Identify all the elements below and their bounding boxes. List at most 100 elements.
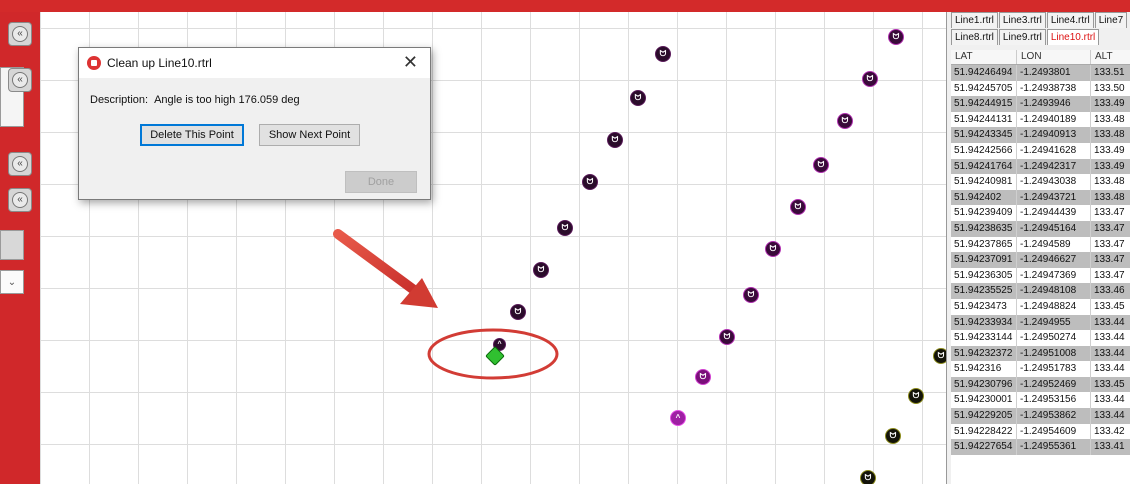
table-row[interactable]: 51.94233144 -1.24950274 133.44 [951, 330, 1130, 346]
table-cell: 133.44 [1091, 315, 1130, 331]
table-cell: 133.41 [1091, 439, 1130, 455]
coordinate-table[interactable]: LAT LON ALT 51.94246494 -1.2493801 133.51 51.… [951, 50, 1130, 484]
table-cell: -1.2494589 [1017, 236, 1091, 253]
table-row[interactable]: 51.94238635 -1.24945164 133.47 [951, 220, 1130, 237]
track-point-icon[interactable]: ᗢ [888, 29, 904, 45]
tab-line4-rtrl[interactable]: Line4.rtrl [1046, 12, 1094, 28]
table-cell: -1.24948108 [1017, 283, 1091, 299]
track-point-icon[interactable]: ᗢ [655, 46, 671, 62]
table-row[interactable]: 51.94244131 -1.24940189 133.48 [951, 111, 1130, 128]
column-header[interactable]: LON [1017, 50, 1091, 64]
column-header[interactable]: ALT [1091, 50, 1130, 64]
table-row[interactable]: 51.9423473 -1.24948824 133.45 [951, 298, 1130, 315]
track-point-icon[interactable]: ᗢ [860, 470, 876, 484]
table-row[interactable]: 51.94242566 -1.24941628 133.49 [951, 142, 1130, 159]
tab-line1-rtrl[interactable]: Line1.rtrl [951, 12, 998, 28]
table-cell: 51.94233144 [951, 330, 1017, 346]
table-cell: 51.94233934 [951, 314, 1017, 331]
track-point-icon[interactable]: ᗢ [765, 241, 781, 257]
table-row[interactable]: 51.94244915 -1.2493946 133.49 [951, 96, 1130, 112]
delete-point-button[interactable]: Delete This Point [140, 124, 244, 146]
track-point-icon[interactable]: ᗢ [510, 304, 526, 320]
tab-line8-rtrl[interactable]: Line8.rtrl [951, 29, 998, 45]
table-cell: -1.24940913 [1017, 127, 1091, 143]
track-point-icon[interactable]: ᗢ [533, 262, 549, 278]
table-cell: -1.2493946 [1017, 96, 1091, 112]
table-cell: 51.94240981 [951, 174, 1017, 190]
chevron-double-icon: « [12, 72, 28, 88]
table-cell: -1.24942317 [1017, 158, 1091, 175]
show-next-point-button[interactable]: Show Next Point [259, 124, 360, 146]
collapse-button[interactable]: « [8, 22, 32, 46]
table-cell: 133.47 [1091, 221, 1130, 237]
table-cell: 51.94241764 [951, 158, 1017, 175]
table-cell: -1.24943721 [1017, 189, 1091, 206]
table-row[interactable]: 51.94230001 -1.24953156 133.44 [951, 392, 1130, 409]
table-row[interactable]: 51.942402 -1.24943721 133.48 [951, 189, 1130, 206]
table-row[interactable]: 51.94239409 -1.24944439 133.47 [951, 205, 1130, 221]
track-point-icon[interactable]: ᗢ [933, 348, 946, 364]
table-body: 51.94246494 -1.2493801 133.51 51.94245705 -1… [951, 65, 1130, 455]
table-cell: 51.94236305 [951, 267, 1017, 284]
track-point-icon[interactable]: ᗢ [908, 388, 924, 404]
track-point-icon[interactable]: ᗢ [862, 71, 878, 87]
table-row[interactable]: 51.94230796 -1.24952469 133.45 [951, 376, 1130, 393]
table-row[interactable]: 51.94227654 -1.24955361 133.41 [951, 439, 1130, 455]
track-point-icon[interactable]: ᗢ [743, 287, 759, 303]
table-cell: 51.9423473 [951, 298, 1017, 315]
table-cell: 51.94237865 [951, 236, 1017, 253]
track-point-icon[interactable]: ^ [670, 410, 686, 426]
collapse-button[interactable]: « [8, 152, 32, 176]
track-point-icon[interactable]: ᗢ [607, 132, 623, 148]
track-point-icon[interactable]: ᗢ [582, 174, 598, 190]
chevron-double-icon: « [12, 26, 28, 42]
close-icon[interactable]: ✕ [403, 52, 418, 73]
tab-line10-rtrl[interactable]: Line10.rtrl [1046, 29, 1100, 45]
side-panel-2[interactable] [0, 230, 24, 260]
track-point-icon[interactable]: ᗢ [790, 199, 806, 215]
table-cell: -1.24938738 [1017, 80, 1091, 97]
tab-line7[interactable]: Line7 [1094, 12, 1128, 28]
column-header[interactable]: LAT [951, 50, 1017, 64]
table-row[interactable]: 51.94232372 -1.24951008 133.44 [951, 345, 1130, 362]
table-cell: 133.48 [1091, 127, 1130, 143]
track-point-icon[interactable]: ᗢ [885, 428, 901, 444]
arrow-annotation-icon [333, 229, 419, 295]
track-point-icon[interactable]: ᗢ [630, 90, 646, 106]
table-row[interactable]: 51.94241764 -1.24942317 133.49 [951, 158, 1130, 175]
track-point-icon[interactable]: ᗢ [557, 220, 573, 236]
table-cell: 51.94244915 [951, 96, 1017, 112]
table-cell: 133.50 [1091, 81, 1130, 97]
tab-line9-rtrl[interactable]: Line9.rtrl [998, 29, 1046, 45]
table-row[interactable]: 51.94228422 -1.24954609 133.42 [951, 423, 1130, 440]
table-cell: -1.24951783 [1017, 361, 1091, 377]
track-point-icon[interactable]: ᗢ [695, 369, 711, 385]
tab-line3-rtrl[interactable]: Line3.rtrl [998, 12, 1046, 28]
table-row[interactable]: 51.94240981 -1.24943038 133.48 [951, 174, 1130, 190]
tab-row-2: Line8.rtrl Line9.rtrl Line10.rtrl [951, 29, 1100, 45]
table-row[interactable]: 51.94237091 -1.24946627 133.47 [951, 252, 1130, 268]
table-row[interactable]: 51.94236305 -1.24947369 133.47 [951, 267, 1130, 284]
collapse-button[interactable]: « [8, 68, 32, 92]
table-row[interactable]: 51.94246494 -1.2493801 133.51 [951, 65, 1130, 81]
track-point-icon[interactable]: ᗢ [837, 113, 853, 129]
table-row[interactable]: 51.94233934 -1.2494955 133.44 [951, 314, 1130, 331]
dropdown-chevron-icon[interactable]: ⌄ [0, 270, 24, 294]
collapse-button[interactable]: « [8, 188, 32, 212]
table-cell: 51.94243345 [951, 127, 1017, 143]
track-point-icon[interactable]: ᗢ [719, 329, 735, 345]
table-row[interactable]: 51.94243345 -1.24940913 133.48 [951, 127, 1130, 143]
table-row[interactable]: 51.94237865 -1.2494589 133.47 [951, 236, 1130, 253]
table-row[interactable]: 51.942316 -1.24951783 133.44 [951, 361, 1130, 377]
table-cell: 133.49 [1091, 143, 1130, 159]
table-row[interactable]: 51.94229205 -1.24953862 133.44 [951, 408, 1130, 424]
table-cell: 51.94244131 [951, 111, 1017, 128]
table-cell: -1.24943038 [1017, 174, 1091, 190]
done-button[interactable]: Done [345, 171, 417, 193]
table-row[interactable]: 51.94245705 -1.24938738 133.50 [951, 80, 1130, 97]
track-point-icon[interactable]: ᗢ [813, 157, 829, 173]
description-value: Angle is too high 176.059 deg [154, 94, 300, 106]
table-row[interactable]: 51.94235525 -1.24948108 133.46 [951, 283, 1130, 299]
table-cell: -1.24950274 [1017, 330, 1091, 346]
table-cell: -1.24944439 [1017, 205, 1091, 221]
